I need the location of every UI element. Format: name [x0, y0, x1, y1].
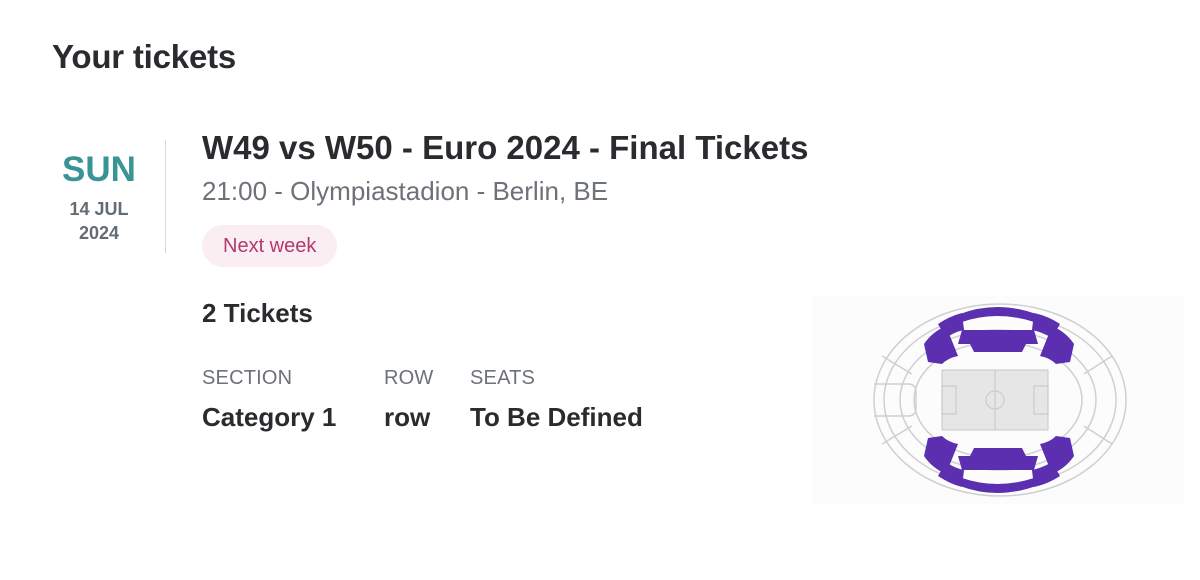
date-divider — [165, 140, 166, 253]
event-day-name: SUN — [62, 150, 136, 189]
seats-value: To Be Defined — [470, 402, 643, 432]
row-value: row — [384, 402, 431, 432]
section-label: SECTION — [202, 367, 293, 389]
event-date: SUN 14 JUL 2024 — [40, 150, 158, 244]
section-value: Category 1 — [202, 402, 337, 432]
event-time-venue: 21:00 - Olympiastadion - Berlin, BE — [202, 176, 609, 206]
seats-label: SEATS — [470, 367, 536, 389]
row-label: ROW — [384, 367, 434, 389]
pitch — [941, 369, 1049, 431]
event-day-month: 14 JUL — [69, 199, 129, 219]
page-title: Your tickets — [52, 38, 237, 75]
ticket-count: 2 Tickets — [202, 298, 313, 328]
event-year: 2024 — [78, 223, 120, 243]
seating-map[interactable] — [812, 296, 1184, 504]
event-timing-badge: Next week — [202, 225, 338, 267]
event-title[interactable]: W49 vs W50 - Euro 2024 - Final Tickets — [202, 129, 808, 167]
stadium-seating-map-icon — [873, 303, 1127, 497]
